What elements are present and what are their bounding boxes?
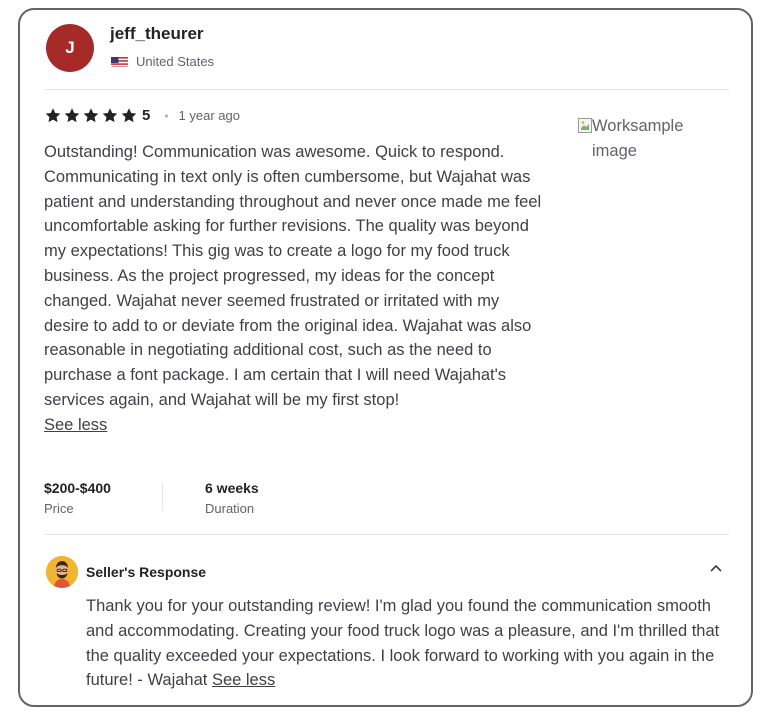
reviewer-avatar[interactable]: J [46, 24, 94, 72]
rating-value: 5 [142, 107, 151, 124]
worksample-alt-text: Worksample image [592, 117, 684, 160]
seller-see-less-link[interactable]: See less [212, 671, 275, 689]
star-icon [121, 108, 137, 123]
seller-avatar [46, 556, 78, 588]
dot-separator: • [164, 108, 169, 123]
star-icon [102, 108, 118, 123]
duration-label: Duration [205, 501, 255, 516]
country-name: United States [136, 54, 215, 69]
seller-response-text: Thank you for your outstanding review! I… [86, 594, 726, 693]
review-body: Outstanding! Communication was awesome. … [44, 143, 542, 409]
reviewer-initial: J [65, 38, 75, 57]
us-flag-icon [111, 56, 128, 67]
stat-divider [162, 483, 163, 511]
seller-avatar-illustration [46, 556, 78, 588]
see-less-link[interactable]: See less [44, 416, 107, 434]
star-icon [64, 108, 80, 123]
review-text: Outstanding! Communication was awesome. … [44, 140, 544, 438]
price-label: Price [44, 501, 74, 516]
duration-value: 6 weeks [205, 480, 259, 496]
seller-response-title: Seller's Response [86, 564, 207, 580]
review-time: 1 year ago [178, 108, 240, 123]
worksample-image[interactable]: Worksample image [578, 114, 718, 164]
duration-stat: 6 weeks Duration [205, 480, 259, 516]
price-stat: $200-$400 Price [44, 480, 111, 516]
star-rating [44, 107, 138, 124]
broken-image-icon [578, 118, 592, 133]
star-icon [83, 108, 99, 123]
price-value: $200-$400 [44, 480, 111, 496]
response-divider [44, 534, 729, 535]
reviewer-country: United States [111, 54, 214, 69]
star-icon [45, 108, 61, 123]
review-card: J jeff_theurer United States 5 • 1 year … [18, 8, 753, 707]
header-divider [44, 89, 729, 90]
review-rating: 5 • 1 year ago [44, 107, 240, 124]
seller-response-body: Thank you for your outstanding review! I… [86, 597, 720, 690]
reviewer-username[interactable]: jeff_theurer [110, 24, 204, 44]
chevron-up-icon[interactable] [708, 560, 724, 576]
